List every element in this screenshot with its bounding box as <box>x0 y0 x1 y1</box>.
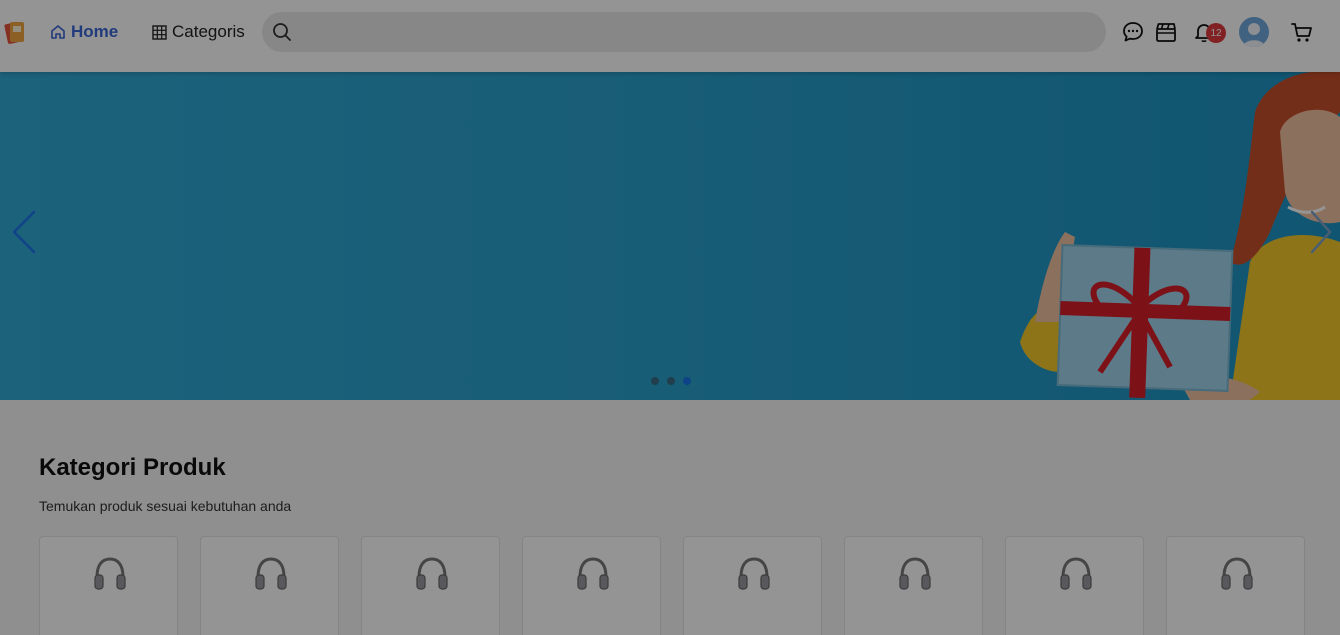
modal-backdrop-overlay[interactable] <box>0 0 1340 635</box>
